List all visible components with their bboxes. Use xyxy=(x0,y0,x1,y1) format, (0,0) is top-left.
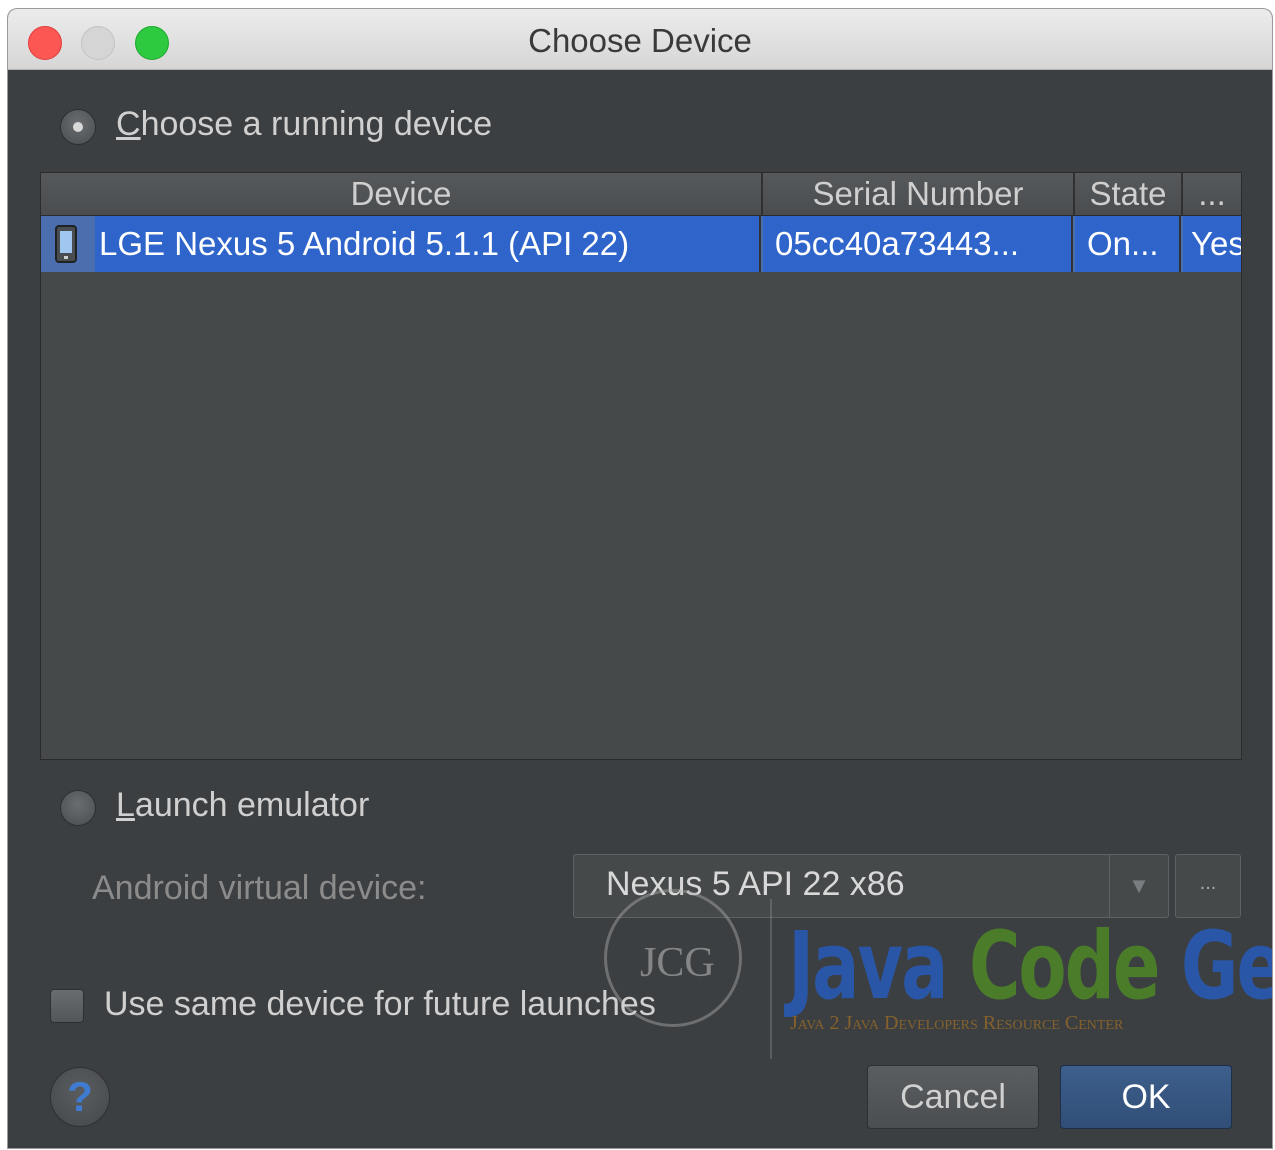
choose-running-device-radio[interactable] xyxy=(60,109,96,145)
watermark-code: Code xyxy=(968,913,1161,1021)
serial-number-cell[interactable]: 05cc40a73443... xyxy=(763,216,1073,272)
dialog-title: Choose Device xyxy=(528,22,752,59)
title-bar: Choose Device xyxy=(8,9,1272,70)
watermark-tagline: Java 2 Java Developers Resource Center xyxy=(790,1012,1124,1034)
column-header-serial-number[interactable]: Serial Number xyxy=(763,173,1075,215)
mnemonic-letter: C xyxy=(116,105,141,143)
device-icon-cell xyxy=(41,216,95,272)
device-name-cell[interactable]: LGE Nexus 5 Android 5.1.1 (API 22) xyxy=(95,216,761,272)
label-text: hoose a running device xyxy=(140,105,493,143)
launch-emulator-label[interactable]: Launch emulator xyxy=(116,786,369,825)
choose-device-dialog: Choose Device Choose a running device De… xyxy=(8,9,1272,1148)
device-table[interactable]: Device Serial Number State ... LGE Nexus… xyxy=(40,172,1242,760)
radio-selected-dot xyxy=(73,122,83,132)
mnemonic-letter: L xyxy=(116,786,135,824)
help-icon[interactable]: ? xyxy=(50,1067,110,1127)
watermark-brand: Java Code Geeks xyxy=(788,913,1272,1021)
column-header-more[interactable]: ... xyxy=(1183,173,1241,215)
phone-icon xyxy=(55,225,77,263)
extra-cell[interactable]: Yes xyxy=(1183,216,1241,272)
avd-more-button[interactable]: ... xyxy=(1175,854,1241,918)
chevron-down-icon[interactable]: ▼ xyxy=(1109,855,1168,917)
ok-button[interactable]: OK xyxy=(1060,1065,1232,1129)
table-header: Device Serial Number State ... xyxy=(41,173,1241,216)
choose-running-device-label[interactable]: Choose a running device xyxy=(116,105,492,144)
table-row[interactable]: LGE Nexus 5 Android 5.1.1 (API 22) 05cc4… xyxy=(41,216,1241,272)
same-device-checkbox[interactable] xyxy=(50,989,84,1023)
watermark-geeks: Geeks xyxy=(1180,913,1272,1021)
launch-emulator-radio[interactable] xyxy=(60,790,96,826)
watermark-divider xyxy=(770,899,772,1059)
state-cell[interactable]: On... xyxy=(1075,216,1181,272)
watermark-logo-text: JCG xyxy=(640,940,715,986)
cancel-button[interactable]: Cancel xyxy=(867,1065,1039,1129)
column-header-device[interactable]: Device xyxy=(41,173,763,215)
avd-label: Android virtual device: xyxy=(92,869,427,907)
column-header-state[interactable]: State xyxy=(1075,173,1183,215)
watermark-java: Java xyxy=(788,913,949,1021)
label-text: aunch emulator xyxy=(134,786,370,824)
same-device-label[interactable]: Use same device for future launches xyxy=(104,985,656,1024)
